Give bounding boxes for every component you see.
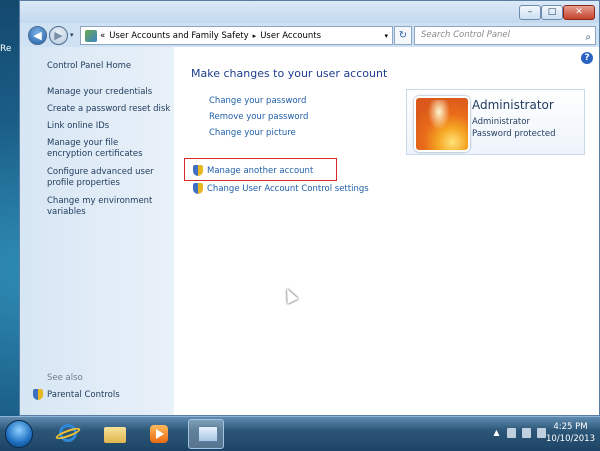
- uac-settings-label: Change User Account Control settings: [207, 183, 369, 194]
- help-icon[interactable]: ?: [581, 52, 593, 64]
- control-panel-window: – □ ✕ ◀ ▶ ▾ « User Accounts and Family S…: [19, 0, 600, 416]
- sidebar-item-file-encryption-certificates[interactable]: Manage your file encryption certificates: [47, 138, 165, 160]
- shield-icon: [193, 183, 203, 194]
- address-chevron[interactable]: «: [100, 31, 105, 41]
- see-also-heading: See also: [47, 373, 83, 383]
- taskbar: ▲ 4:25 PM 10/10/2013: [0, 416, 600, 451]
- back-button[interactable]: ◀: [28, 26, 47, 45]
- remove-password-link[interactable]: Remove your password: [209, 112, 308, 122]
- avatar[interactable]: [414, 96, 470, 152]
- uac-settings-link[interactable]: Change User Account Control settings: [193, 183, 369, 194]
- breadcrumb-user-accounts-family-safety[interactable]: User Accounts and Family Safety: [109, 31, 248, 41]
- page-title: Make changes to your user account: [191, 67, 388, 80]
- account-card: Administrator Administrator Password pro…: [406, 89, 585, 155]
- shield-icon: [193, 165, 203, 176]
- parental-controls-label: Parental Controls: [47, 389, 120, 400]
- navigation-row: ◀ ▶ ▾ « User Accounts and Family Safety …: [20, 23, 599, 47]
- sidebar: Control Panel Home Manage your credentia…: [20, 47, 174, 415]
- sidebar-item-environment-variables[interactable]: Change my environment variables: [47, 196, 155, 218]
- sidebar-item-link-online-ids[interactable]: Link online IDs: [47, 121, 109, 132]
- manage-another-account-label: Manage another account: [207, 165, 314, 176]
- show-hidden-icons-icon[interactable]: ▲: [492, 428, 501, 438]
- close-button[interactable]: ✕: [563, 5, 595, 20]
- taskbar-internet-explorer[interactable]: [50, 419, 86, 449]
- volume-icon[interactable]: [537, 428, 546, 438]
- sidebar-item-manage-credentials[interactable]: Manage your credentials: [47, 87, 152, 98]
- clock-time: 4:25 PM: [553, 422, 588, 432]
- manage-another-account-link[interactable]: Manage another account: [193, 165, 313, 176]
- breadcrumb-separator-icon[interactable]: ▸: [253, 32, 257, 40]
- address-bar[interactable]: « User Accounts and Family Safety ▸ User…: [80, 26, 393, 45]
- start-button[interactable]: [5, 420, 33, 448]
- search-icon[interactable]: ⌕: [585, 29, 591, 46]
- title-bar[interactable]: – □ ✕: [20, 1, 599, 23]
- sidebar-item-parental-controls[interactable]: Parental Controls: [33, 389, 120, 400]
- maximize-button[interactable]: □: [541, 5, 563, 20]
- address-dropdown-icon[interactable]: ▾: [384, 32, 388, 40]
- minimize-button[interactable]: –: [519, 5, 541, 20]
- clock-date: 10/10/2013: [546, 434, 595, 444]
- sidebar-item-password-reset-disk[interactable]: Create a password reset disk: [47, 104, 170, 115]
- folder-icon: [104, 427, 126, 443]
- shield-icon: [33, 389, 43, 400]
- search-placeholder: Search Control Panel: [421, 30, 511, 40]
- change-picture-link[interactable]: Change your picture: [209, 128, 296, 138]
- clock[interactable]: 4:25 PM 10/10/2013: [546, 421, 595, 445]
- taskbar-control-panel[interactable]: [188, 419, 224, 449]
- taskbar-windows-explorer[interactable]: [96, 419, 132, 449]
- sidebar-item-advanced-profile-properties[interactable]: Configure advanced user profile properti…: [47, 167, 159, 189]
- control-panel-icon: [198, 426, 218, 442]
- media-player-icon: [150, 425, 168, 443]
- refresh-button[interactable]: ↻: [394, 26, 412, 45]
- account-name: Administrator: [472, 98, 554, 112]
- recent-pages-dropdown-icon[interactable]: ▾: [70, 31, 78, 39]
- search-input[interactable]: Search Control Panel ⌕: [414, 26, 596, 45]
- network-icon[interactable]: [522, 428, 531, 438]
- breadcrumb-user-accounts[interactable]: User Accounts: [260, 31, 321, 41]
- account-type: Administrator: [472, 117, 530, 127]
- desktop-icon-label: Re: [0, 44, 12, 54]
- forward-button[interactable]: ▶: [49, 26, 68, 45]
- control-panel-icon: [85, 29, 97, 42]
- change-password-link[interactable]: Change your password: [209, 96, 306, 106]
- system-tray: ▲: [492, 428, 546, 438]
- sidebar-control-panel-home[interactable]: Control Panel Home: [47, 61, 131, 72]
- action-center-flag-icon[interactable]: [507, 428, 516, 438]
- account-status: Password protected: [472, 129, 556, 139]
- taskbar-media-player[interactable]: [141, 419, 177, 449]
- main-content: ? Make changes to your user account Chan…: [174, 47, 599, 415]
